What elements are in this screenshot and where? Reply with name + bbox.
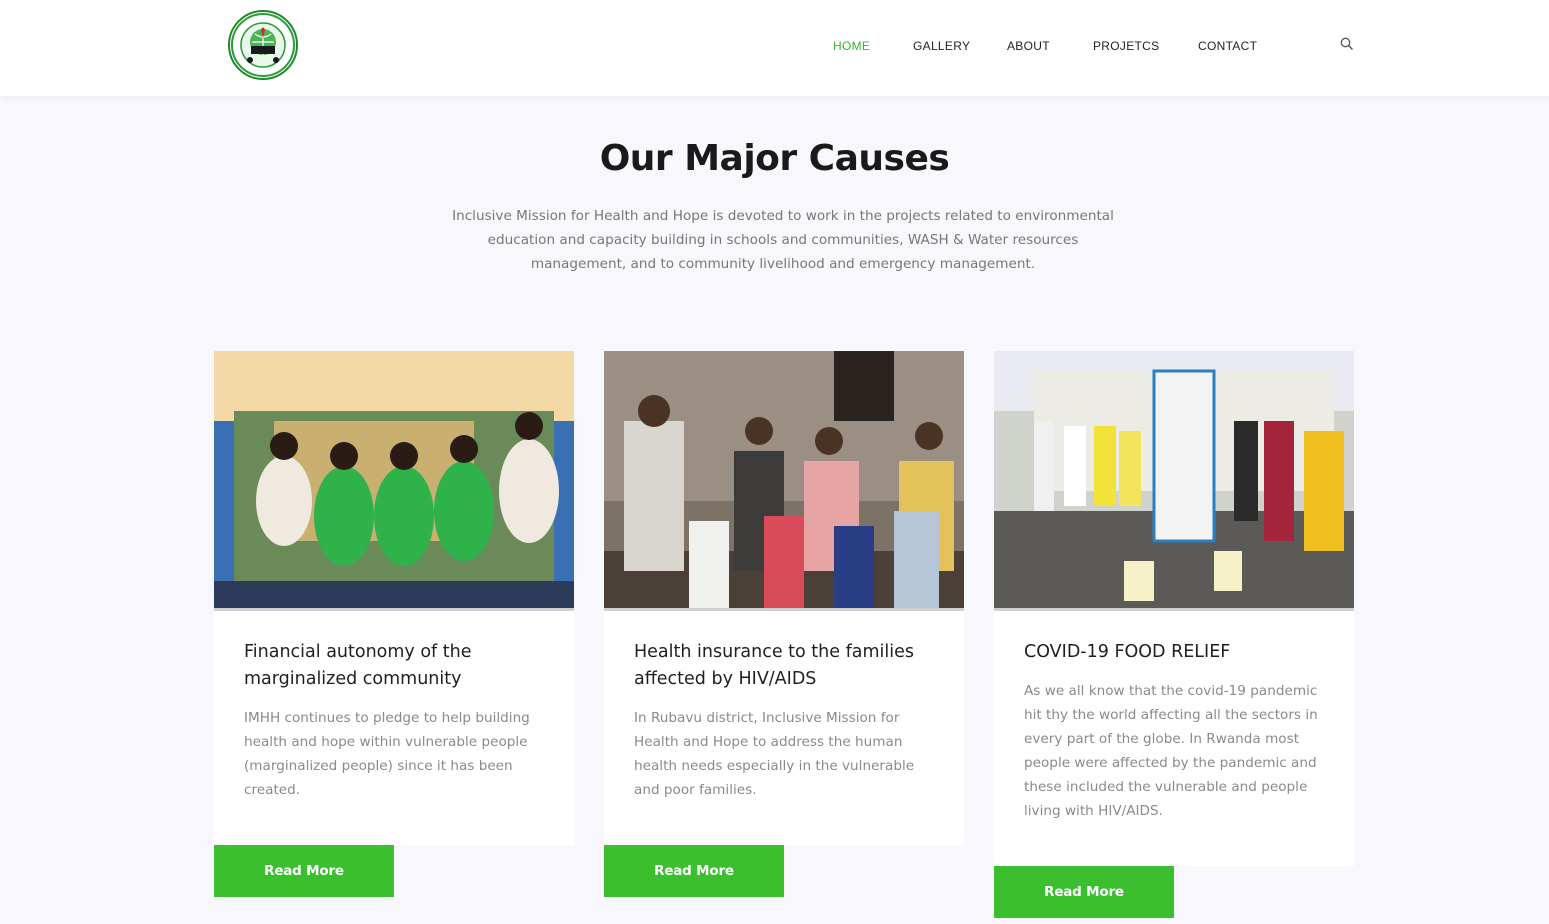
cause-text: In Rubavu district, Inclusive Mission fo…: [634, 710, 915, 798]
logo-emblem-icon: [231, 13, 295, 77]
cause-card-body: COVID-19 FOOD RELIEF As we all know that…: [994, 611, 1354, 866]
cause-text: IMHH continues to pledge to help buildin…: [244, 710, 530, 798]
cause-card-body: Health insurance to the families affecte…: [604, 611, 964, 845]
search-icon[interactable]: [1340, 37, 1354, 51]
read-more-button[interactable]: Read More: [994, 866, 1174, 918]
cause-title: Health insurance to the families affecte…: [634, 642, 914, 689]
cause-text: As we all know that the covid-19 pandemi…: [1024, 683, 1318, 819]
cause-photo-food-relief: [994, 351, 1354, 611]
site-logo[interactable]: [228, 10, 298, 80]
site-header: HOME GALLERY ABOUT PROJETCS CONTACT: [0, 0, 1549, 96]
read-more-button[interactable]: Read More: [214, 845, 394, 897]
cause-photo-family: [604, 351, 964, 611]
cause-title: COVID-19 FOOD RELIEF: [1024, 642, 1231, 662]
nav-contact[interactable]: CONTACT: [1198, 39, 1257, 53]
cause-card: Health insurance to the families affecte…: [604, 351, 964, 897]
section-intro: Inclusive Mission for Health and Hope is…: [452, 208, 1114, 272]
cause-photo-salon: [214, 351, 574, 611]
cause-card-body: Financial autonomy of the marginalized c…: [214, 611, 574, 845]
section-title: Our Major Causes: [599, 138, 950, 179]
nav-projects[interactable]: PROJETCS: [1093, 39, 1159, 53]
read-more-button[interactable]: Read More: [604, 845, 784, 897]
nav-gallery[interactable]: GALLERY: [913, 39, 970, 53]
cause-title: Financial autonomy of the marginalized c…: [244, 642, 472, 689]
nav-home[interactable]: HOME: [833, 39, 870, 53]
cause-card: COVID-19 FOOD RELIEF As we all know that…: [994, 351, 1354, 918]
cause-card: Financial autonomy of the marginalized c…: [214, 351, 574, 897]
nav-about[interactable]: ABOUT: [1007, 39, 1050, 53]
